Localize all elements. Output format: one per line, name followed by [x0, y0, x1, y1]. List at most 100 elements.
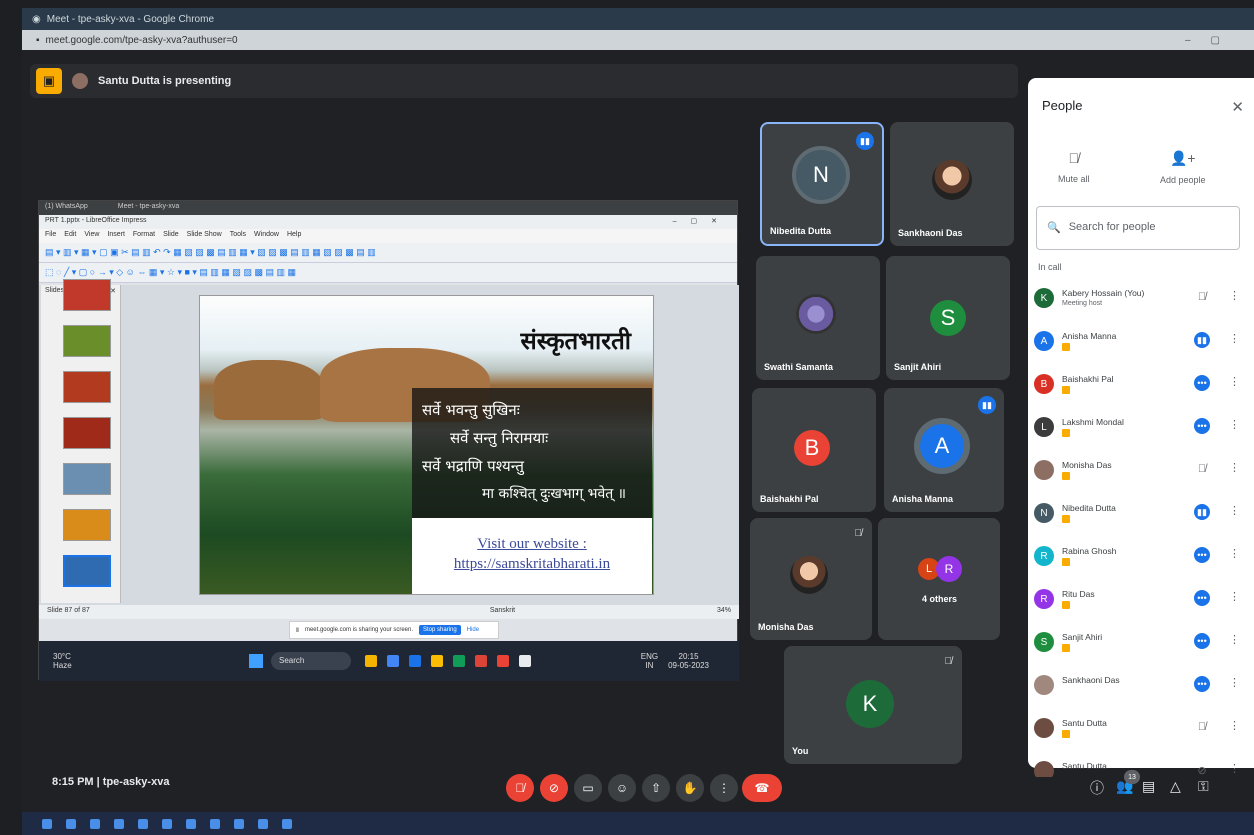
pause-icon: Ⅱ: [296, 627, 299, 634]
app-icon[interactable]: [138, 818, 148, 829]
slide-thumbnail-current: [63, 555, 111, 587]
mic-on-icon[interactable]: •••: [1194, 375, 1210, 391]
present-button[interactable]: ⇧: [642, 774, 670, 802]
search-input[interactable]: 🔍 Search for people: [1036, 206, 1240, 250]
more-options-icon[interactable]: ⋮: [1229, 461, 1240, 474]
slides-close-icon: ✕: [110, 288, 116, 295]
more-options-icon[interactable]: ⋮: [1229, 633, 1240, 646]
list-item[interactable]: B Baishakhi Pal ••• ⋮: [1028, 366, 1254, 409]
speaking-icon[interactable]: ▮▮: [1194, 332, 1210, 348]
list-item[interactable]: L Lakshmi Mondal ••• ⋮: [1028, 409, 1254, 452]
mute-all-label: Mute all: [1058, 174, 1090, 184]
list-item[interactable]: Monisha Das 🎙̸ ⋮: [1028, 452, 1254, 495]
more-options-icon[interactable]: ⋮: [1229, 504, 1240, 517]
verse-line: सर्वे भवन्तु सुखिनः: [422, 401, 520, 419]
mic-off-icon[interactable]: 🎙̸: [1194, 289, 1210, 305]
app-icon[interactable]: [234, 818, 244, 829]
participant-name: Monisha Das: [1062, 460, 1112, 470]
activities-icon[interactable]: △: [1170, 778, 1181, 795]
emoji-button[interactable]: ☺: [608, 774, 636, 802]
windows-taskbar: [22, 812, 1254, 835]
slides-panel-label: Slides: [45, 287, 65, 294]
more-options-button[interactable]: ⋮: [710, 774, 738, 802]
url-text[interactable]: meet.google.com/tpe-asky-xva?authuser=0: [46, 35, 238, 46]
app-icon[interactable]: [258, 818, 268, 829]
more-options-icon[interactable]: ⋮: [1229, 332, 1240, 345]
tray-lang: ENG: [640, 652, 659, 661]
stop-sharing-button: Stop sharing: [419, 625, 461, 635]
list-item[interactable]: Santu Dutta 🎙̸ ⋮: [1028, 710, 1254, 753]
app-icon: [365, 655, 377, 667]
app-icon[interactable]: [210, 818, 220, 829]
app-icon[interactable]: [114, 818, 124, 829]
self-tile[interactable]: K 🎙̸ You: [784, 646, 962, 764]
address-bar[interactable]: ▪ meet.google.com/tpe-asky-xva?authuser=…: [22, 30, 1254, 50]
list-item[interactable]: Sankhaoni Das ••• ⋮: [1028, 667, 1254, 710]
mic-on-icon[interactable]: •••: [1194, 547, 1210, 563]
more-options-icon[interactable]: ⋮: [1229, 289, 1240, 302]
speaking-icon: ▮▮: [856, 132, 874, 150]
more-options-icon[interactable]: ⋮: [1229, 590, 1240, 603]
list-item[interactable]: K Kabery Hossain (You) Meeting host 🎙̸ ⋮: [1028, 280, 1254, 323]
participant-tile[interactable]: A ▮▮ Anisha Manna: [884, 388, 1004, 512]
participant-tile[interactable]: N ▮▮ Nibedita Dutta: [760, 122, 884, 246]
participant-role: Meeting host: [1062, 300, 1103, 307]
search-placeholder: Search for people: [1068, 221, 1156, 233]
hand-raised-icon: [1062, 730, 1070, 738]
others-tile[interactable]: L R 4 others: [878, 518, 1000, 640]
mute-all-button[interactable]: 🎙̸ Mute all: [1058, 150, 1090, 184]
mic-toggle-button[interactable]: 🎙̸: [506, 774, 534, 802]
list-item[interactable]: A Anisha Manna ▮▮ ⋮: [1028, 323, 1254, 366]
participant-tile[interactable]: 🎙̸ Monisha Das: [750, 518, 872, 640]
participant-tile[interactable]: Swathi Samanta: [756, 256, 880, 380]
list-item[interactable]: R Ritu Das ••• ⋮: [1028, 581, 1254, 624]
in-call-label: In call: [1038, 262, 1062, 272]
close-icon[interactable]: ✕: [1231, 98, 1244, 116]
more-options-icon[interactable]: ⋮: [1229, 418, 1240, 431]
app-icon[interactable]: [162, 818, 172, 829]
more-options-icon[interactable]: ⋮: [1229, 676, 1240, 689]
mic-off-icon[interactable]: 🎙̸: [1194, 461, 1210, 477]
app-icon[interactable]: [90, 818, 100, 829]
app-icon[interactable]: [66, 818, 76, 829]
participant-tile[interactable]: Sankhaoni Das: [890, 122, 1014, 246]
host-controls-icon[interactable]: ⚿: [1198, 778, 1209, 795]
camera-toggle-button[interactable]: ⊘: [540, 774, 568, 802]
menu-edit: Edit: [64, 231, 77, 238]
taskbar-search: Search: [271, 652, 351, 670]
windows-start-icon: [249, 654, 263, 668]
avatar-photo: [1034, 718, 1054, 738]
app-icon[interactable]: [186, 818, 196, 829]
chat-icon[interactable]: ▤: [1142, 778, 1155, 795]
mic-on-icon[interactable]: •••: [1194, 590, 1210, 606]
more-options-icon[interactable]: ⋮: [1229, 547, 1240, 560]
info-icon[interactable]: ⓘ: [1090, 778, 1104, 798]
verse-box: सर्वे भवन्तु सुखिनः सर्वे सन्तु निरामयाः…: [412, 388, 652, 518]
search-icon: 🔍: [1047, 222, 1061, 234]
captions-button[interactable]: ▭: [574, 774, 602, 802]
participant-tile[interactable]: B Baishakhi Pal: [752, 388, 876, 512]
mountain-shape: [214, 360, 324, 420]
speaking-icon[interactable]: ▮▮: [1194, 504, 1210, 520]
more-options-icon[interactable]: ⋮: [1229, 375, 1240, 388]
app-icon[interactable]: [282, 818, 292, 829]
more-options-icon[interactable]: ⋮: [1229, 719, 1240, 732]
menu-view: View: [84, 231, 100, 238]
mic-on-icon[interactable]: •••: [1194, 633, 1210, 649]
participant-name: Kabery Hossain (You): [1062, 288, 1145, 298]
list-item[interactable]: N Nibedita Dutta ▮▮ ⋮: [1028, 495, 1254, 538]
end-call-button[interactable]: ☎: [742, 774, 782, 802]
list-item[interactable]: R Rabina Ghosh ••• ⋮: [1028, 538, 1254, 581]
screen: ◉ Meet - tpe-asky-xva - Google Chrome ▪ …: [0, 0, 1254, 835]
windows-start-icon[interactable]: [42, 818, 52, 829]
window-controls[interactable]: –▢: [1185, 35, 1240, 46]
avatar-photo: [932, 160, 972, 200]
participant-tile[interactable]: S Sanjit Ahiri: [886, 256, 1010, 380]
add-people-button[interactable]: 👤+ Add people: [1160, 150, 1206, 185]
mic-on-icon[interactable]: •••: [1194, 676, 1210, 692]
participant-name: Ritu Das: [1062, 589, 1095, 599]
mic-off-icon[interactable]: 🎙̸: [1194, 719, 1210, 735]
raise-hand-button[interactable]: ✋: [676, 774, 704, 802]
mic-on-icon[interactable]: •••: [1194, 418, 1210, 434]
list-item[interactable]: S Sanjit Ahiri ••• ⋮: [1028, 624, 1254, 667]
